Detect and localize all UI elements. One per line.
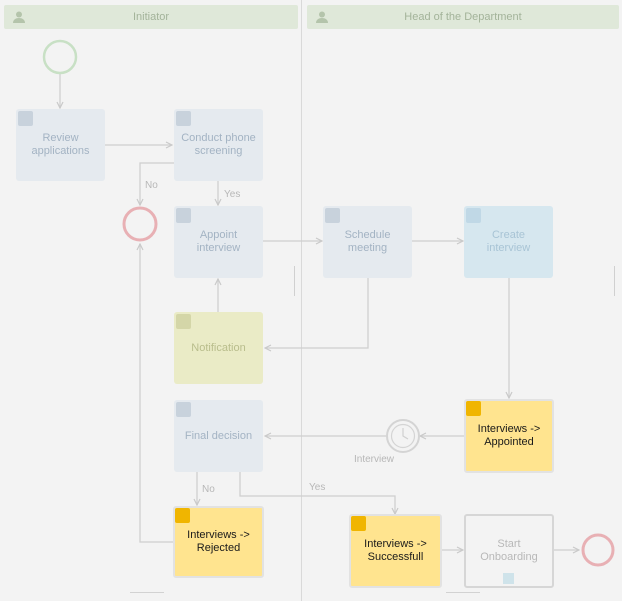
edge-schedule-notification — [265, 278, 369, 348]
timer-label: Interview — [354, 454, 395, 465]
task-label: Conduct phone screening — [181, 132, 256, 157]
clock-icon — [386, 419, 420, 453]
swap-icon — [466, 401, 481, 416]
task-label: Interviews -> Successfull — [364, 538, 427, 563]
task-notification[interactable]: Notification — [174, 312, 263, 384]
task-label: Schedule meeting — [344, 229, 391, 254]
task-interviews-rejected[interactable]: Interviews -> Rejected — [173, 506, 264, 578]
lane-resize-handle[interactable] — [614, 266, 615, 296]
end-event — [122, 206, 158, 242]
user-icon — [176, 208, 191, 223]
task-interviews-successful[interactable]: Interviews -> Successfull — [349, 514, 442, 588]
lane-resize-handle[interactable] — [446, 592, 480, 593]
message-icon — [176, 314, 191, 329]
task-label: Interviews -> Rejected — [187, 529, 250, 554]
edge-label-no: No — [202, 484, 215, 495]
user-icon — [176, 111, 191, 126]
user-icon — [18, 111, 33, 126]
task-create-interview[interactable]: Create interview — [464, 206, 553, 278]
task-label: Create interview — [486, 229, 531, 254]
user-icon — [176, 402, 191, 417]
task-label: Review applications — [31, 132, 90, 157]
task-schedule-meeting[interactable]: Schedule meeting — [323, 206, 412, 278]
end-event — [581, 533, 615, 567]
task-label: Notification — [191, 341, 246, 354]
swap-icon — [175, 508, 190, 523]
swap-icon — [351, 516, 366, 531]
start-event — [42, 39, 78, 75]
lane-resize-handle[interactable] — [294, 266, 295, 296]
task-label: Interviews -> Appointed — [477, 423, 541, 448]
task-review-applications[interactable]: Review applications — [16, 109, 105, 181]
edge-label-yes: Yes — [309, 482, 326, 493]
connectors — [42, 39, 615, 567]
task-label: Final decision — [184, 429, 253, 442]
edge-label-yes: Yes — [224, 189, 241, 200]
bpmn-diagram: Initiator Head of the Department Review … — [0, 0, 622, 601]
task-label: Start Onboarding — [480, 538, 538, 563]
task-final-decision[interactable]: Final decision — [174, 400, 263, 472]
task-start-onboarding[interactable]: Start Onboarding — [464, 514, 554, 588]
task-conduct-phone-screening[interactable]: Conduct phone screening — [174, 109, 263, 181]
user-icon — [325, 208, 340, 223]
task-interviews-appointed[interactable]: Interviews -> Appointed — [464, 399, 554, 473]
task-label: Appoint interview — [196, 229, 241, 254]
edge-label-no: No — [145, 180, 158, 191]
plus-icon — [466, 208, 481, 223]
lane-resize-handle[interactable] — [130, 592, 164, 593]
plus-icon — [503, 573, 514, 584]
edge-rejected-end — [140, 244, 174, 543]
task-appoint-interview[interactable]: Appoint interview — [174, 206, 263, 278]
